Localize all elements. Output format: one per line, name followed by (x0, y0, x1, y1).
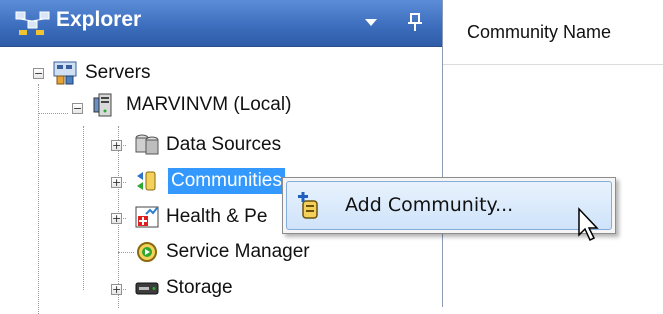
collapse-toggle[interactable]: − (33, 68, 44, 79)
collapse-toggle[interactable]: − (72, 103, 83, 114)
health-performance-icon (135, 206, 159, 228)
chevron-down-icon[interactable] (360, 8, 382, 36)
explorer-header: Explorer (0, 0, 442, 47)
server-icon (93, 93, 112, 117)
tree-connector (83, 126, 84, 290)
data-sources-icon (135, 134, 159, 155)
servers-icon (53, 61, 77, 85)
expand-toggle[interactable]: + (111, 140, 122, 151)
tree-connector (38, 84, 39, 114)
explorer-network-icon (15, 11, 50, 35)
tree-node-label: Servers (85, 62, 151, 83)
context-menu: Add Community... (282, 177, 616, 234)
communities-list-panel: Community Name (443, 0, 663, 307)
tree-node-label: Health & Pe (166, 206, 268, 227)
tree-node-label: Communities (168, 168, 285, 194)
explorer-title: Explorer (56, 8, 142, 31)
tree-node-label: MARVINVM (Local) (126, 94, 292, 115)
tree-connector (38, 113, 68, 114)
explorer-panel: Explorer − Servers − MARVINVM (Local) + … (0, 0, 443, 314)
tree-connector (38, 84, 39, 314)
storage-icon (135, 282, 159, 295)
menu-item-label: Add Community... (345, 194, 514, 216)
tree-node-label: Storage (166, 277, 233, 298)
service-manager-icon (137, 242, 157, 262)
mouse-pointer-icon (578, 207, 599, 242)
column-header-community-name[interactable]: Community Name (443, 0, 663, 65)
tree-node-label: Data Sources (166, 134, 282, 155)
expand-toggle[interactable]: + (111, 213, 122, 224)
communities-icon (137, 171, 156, 191)
tree-node-label: Service Manager (166, 241, 310, 262)
expand-toggle[interactable]: + (111, 177, 122, 188)
tree-connector (118, 252, 134, 253)
expand-toggle[interactable]: + (111, 284, 122, 295)
add-community-icon (298, 192, 318, 219)
menu-item-add-community[interactable]: Add Community... (286, 181, 612, 230)
column-header-label: Community Name (467, 22, 612, 42)
pin-icon[interactable] (404, 8, 426, 36)
